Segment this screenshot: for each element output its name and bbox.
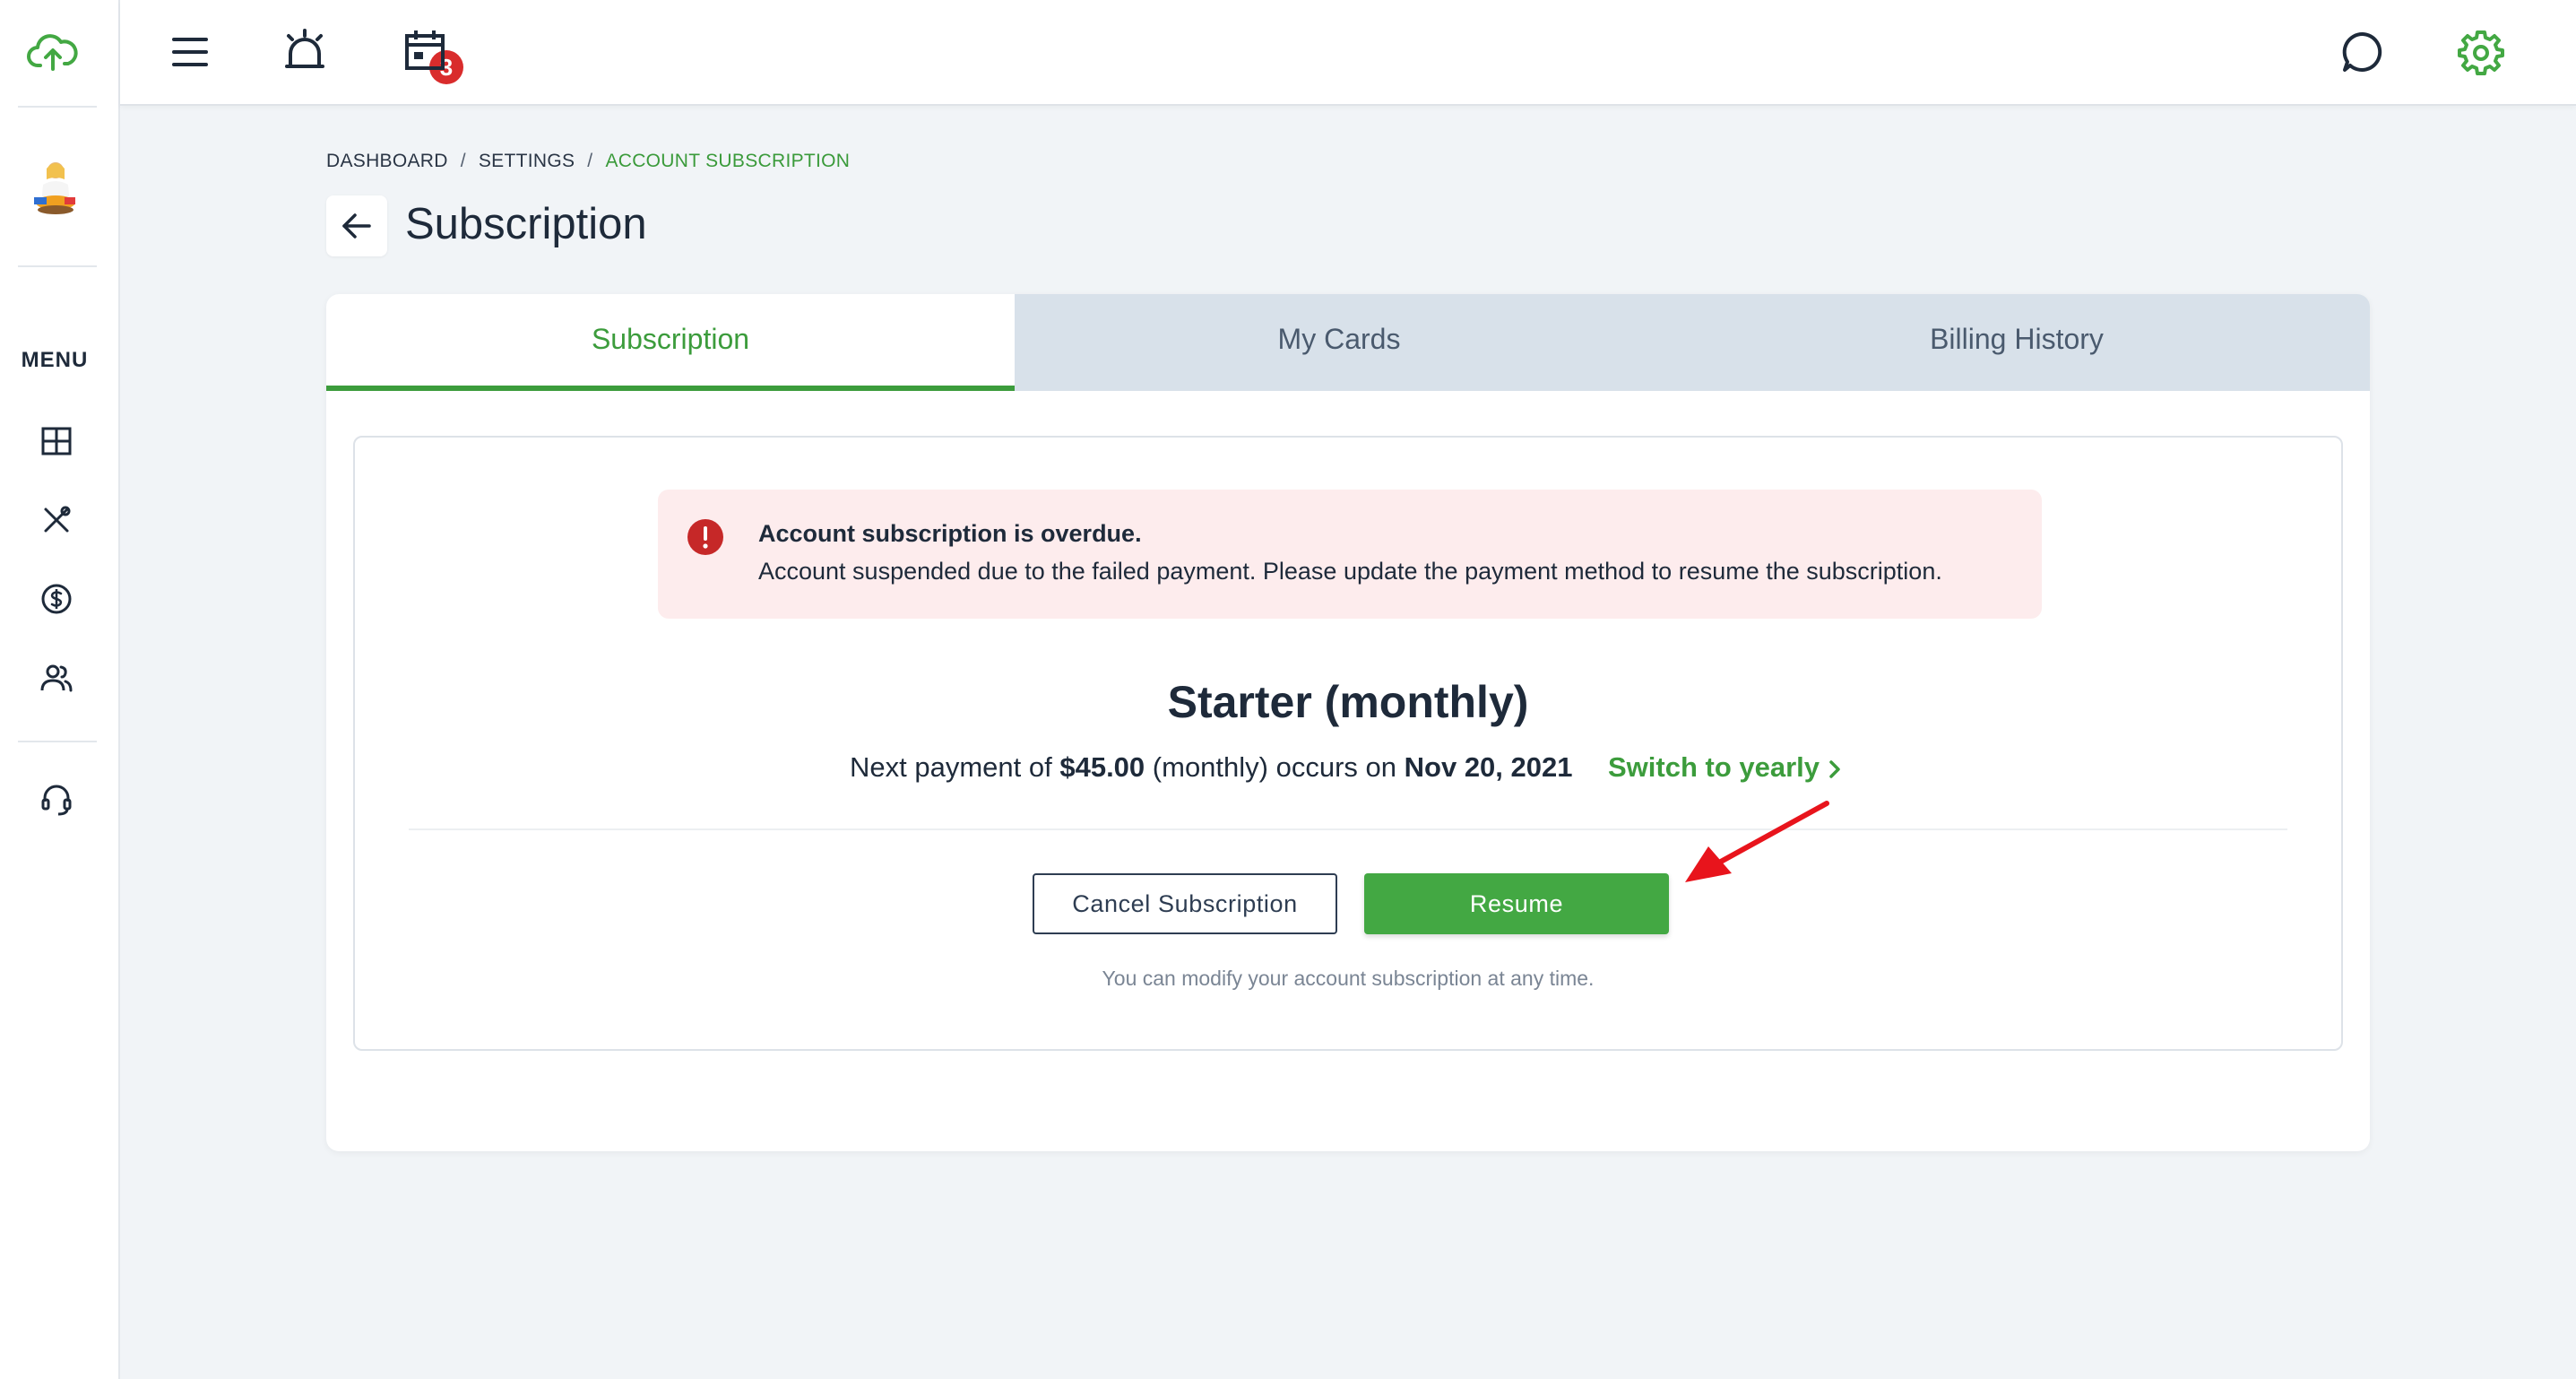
payment-period: (monthly) occurs on [1152,751,1397,783]
tab-subscription[interactable]: Subscription [326,294,1015,391]
gear-icon[interactable] [2458,29,2504,75]
back-button[interactable] [326,195,387,256]
plan-name: Starter (monthly) [1167,677,1529,727]
alarm-icon[interactable] [281,27,328,74]
avatar-icon[interactable] [29,158,82,219]
menu-icon[interactable] [167,29,213,75]
payment-prefix: Next payment of [850,751,1052,783]
chevron-right-icon [1829,760,1840,778]
alert-title: Account subscription is overdue. [758,520,1142,547]
cancel-subscription-button[interactable]: Cancel Subscription [1033,873,1337,934]
tab-billing-history[interactable]: Billing History [1664,294,2370,391]
breadcrumb-account-subscription: ACCOUNT SUBSCRIPTION [605,151,851,171]
dashboard-icon[interactable] [37,421,76,461]
red-arrow-annotation-icon [1685,801,1829,882]
breadcrumb-settings[interactable]: SETTINGS [479,151,575,171]
users-icon[interactable] [37,658,76,698]
breadcrumb-separator: / [460,151,466,171]
tab-bar: Subscription My Cards Billing History [326,294,2370,391]
payment-date: Nov 20, 2021 [1404,751,1573,783]
divider [409,828,2287,830]
subscription-panel: Account subscription is overdue. Account… [353,436,2343,1051]
sidebar-divider [18,741,97,742]
breadcrumb-separator: / [587,151,593,171]
tab-my-cards[interactable]: My Cards [1015,294,1664,391]
chat-icon[interactable] [2339,29,2386,75]
back-arrow-icon [342,213,371,239]
next-payment-text: Next payment of $45.00 (monthly) occurs … [850,751,1573,784]
switch-to-yearly-link[interactable]: Switch to yearly [1608,751,1843,784]
sidebar-divider [18,106,97,108]
menu-label: MENU [21,348,89,372]
modify-hint: You can modify your account subscription… [1102,967,1595,990]
cloud-upload-icon[interactable] [27,30,79,74]
dollar-icon[interactable] [37,579,76,619]
resume-button[interactable]: Resume [1364,873,1669,934]
headset-icon[interactable] [37,780,76,820]
breadcrumb: DASHBOARD / SETTINGS / ACCOUNT SUBSCRIPTION [326,151,850,172]
breadcrumb-dashboard[interactable]: DASHBOARD [326,151,448,171]
sidebar-divider [18,265,97,267]
alert-message: Account suspended due to the failed paym… [758,558,1942,585]
page-title: Subscription [405,200,647,248]
payment-amount: $45.00 [1059,751,1145,783]
switch-to-yearly-label: Switch to yearly [1608,751,1820,783]
subscription-card: Subscription My Cards Billing History Ac… [326,294,2370,1151]
overdue-alert: Account subscription is overdue. Account… [658,490,2042,619]
error-icon [687,519,723,555]
top-bar: 3 [120,0,2576,106]
sidebar: MENU [0,0,120,1379]
tools-icon[interactable] [37,500,76,540]
calendar-icon[interactable] [402,27,448,74]
